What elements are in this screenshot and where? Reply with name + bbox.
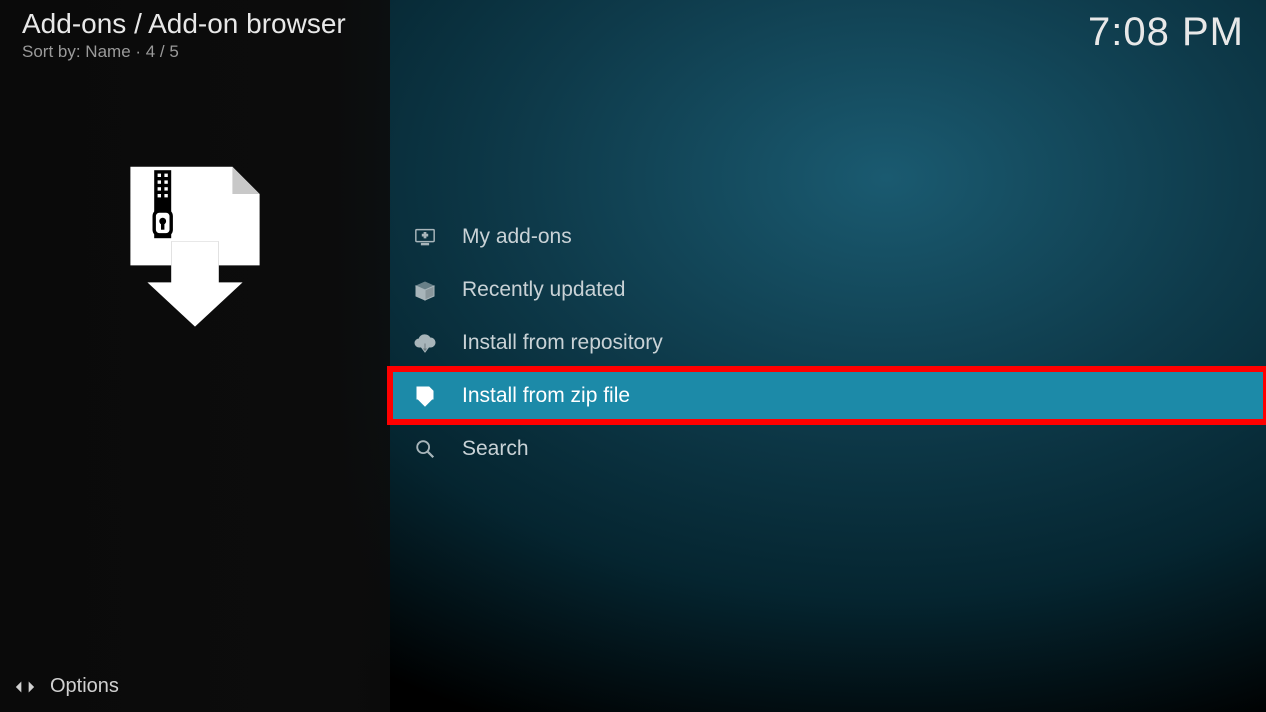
cloud-download-icon [412,330,438,356]
menu-item-recently-updated[interactable]: Recently updated [390,263,1266,316]
menu-item-label: Recently updated [462,278,625,302]
options-label: Options [50,675,119,698]
options-arrows-icon [14,676,36,698]
menu-item-my-addons[interactable]: My add-ons [390,210,1266,263]
menu-item-label: Install from zip file [462,384,630,408]
options-button[interactable]: Options [14,675,119,698]
sort-status: Sort by: Name · 4 / 5 [22,42,179,62]
menu-item-label: Search [462,437,529,461]
monitor-addon-icon [412,224,438,250]
menu-item-search[interactable]: Search [390,422,1266,475]
clock: 7:08 PM [1088,10,1244,55]
menu-item-install-from-repository[interactable]: Install from repository [390,316,1266,369]
sidebar-zip-artwork [110,160,280,330]
sidebar-panel [0,0,390,712]
menu-item-label: Install from repository [462,331,663,355]
box-open-icon [412,277,438,303]
menu-item-install-from-zip[interactable]: Install from zip file [390,369,1266,422]
search-icon [412,436,438,462]
addon-browser-list: My add-ons Recently updated Install from… [390,210,1266,475]
menu-item-label: My add-ons [462,225,572,249]
breadcrumb: Add-ons / Add-on browser [22,8,346,40]
zip-download-icon [412,383,438,409]
